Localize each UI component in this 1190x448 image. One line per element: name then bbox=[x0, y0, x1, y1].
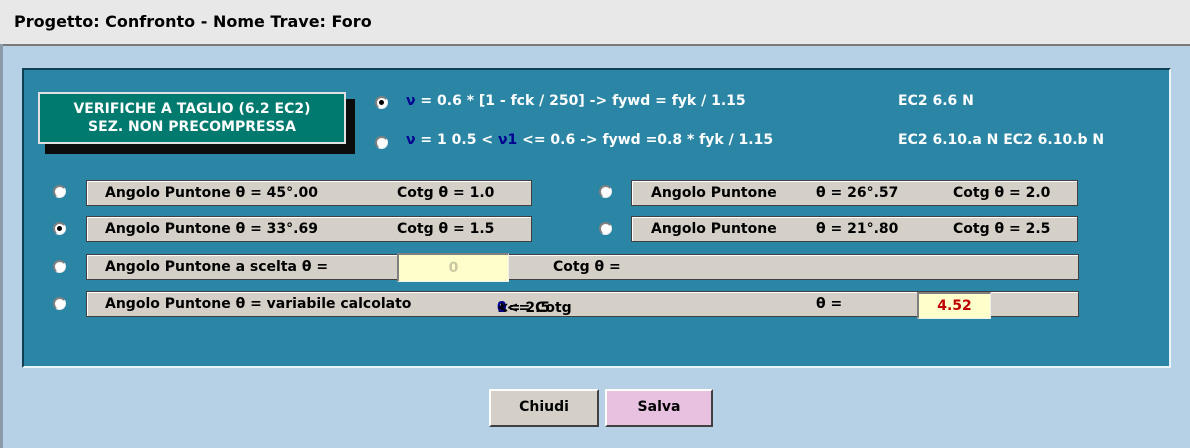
nu-option-2-ref: EC2 6.10.a N EC2 6.10.b N bbox=[898, 132, 1105, 148]
window-title: Progetto: Confronto - Nome Trave: Foro bbox=[14, 12, 372, 31]
strut-variable-label: Angolo Puntone θ = variabile calcolato bbox=[105, 296, 412, 312]
radio-strut-33[interactable] bbox=[53, 222, 66, 235]
radio-nu-option-2[interactable] bbox=[375, 136, 388, 149]
strut-33-cotg: Cotg θ = 1.5 bbox=[397, 221, 495, 237]
save-button[interactable]: Salva bbox=[605, 389, 713, 427]
strut-option-26: Angolo Puntone θ = 26°.57 Cotg θ = 2.0 bbox=[631, 180, 1078, 206]
strut-option-45: Angolo Puntone θ = 45°.00 Cotg θ = 1.0 bbox=[86, 180, 532, 206]
strut-26-label: Angolo Puntone bbox=[651, 185, 777, 201]
nu-option-1-ref: EC2 6.6 N bbox=[898, 93, 974, 109]
radio-strut-variable[interactable] bbox=[53, 297, 66, 310]
strut-21-theta: θ = 21°.80 bbox=[816, 221, 899, 237]
strut-option-custom: Angolo Puntone a scelta θ = Cotg θ = bbox=[86, 254, 1079, 280]
radio-strut-custom[interactable] bbox=[53, 260, 66, 273]
strut-variable-theta-label: θ = bbox=[816, 296, 843, 312]
nu-option-1-text: ν = 0.6 * [1 - fck / 250] -> fywd = fyk … bbox=[406, 93, 746, 109]
nu1-symbol: ν1 bbox=[497, 132, 518, 148]
badge-line-2: SEZ. NON PRECOMPRESSA bbox=[88, 119, 296, 135]
radio-strut-26[interactable] bbox=[599, 185, 612, 198]
nu-option-2-formula-c: <= 0.6 -> fywd =0.8 * fyk / 1.15 bbox=[517, 132, 774, 148]
strut-45-cotg: Cotg θ = 1.0 bbox=[397, 185, 495, 201]
range-b: <= 2.5 bbox=[497, 300, 551, 316]
close-button[interactable]: Chiudi bbox=[489, 389, 599, 427]
badge-line-1: VERIFICHE A TAGLIO (6.2 EC2) bbox=[73, 101, 311, 117]
radio-strut-21[interactable] bbox=[599, 222, 612, 235]
radio-strut-45[interactable] bbox=[53, 185, 66, 198]
strut-custom-label: Angolo Puntone a scelta θ = bbox=[105, 259, 329, 275]
nu-option-2-formula-a: = bbox=[415, 132, 438, 148]
computed-theta-value: 4.52 bbox=[917, 292, 991, 319]
nu-option-1-formula: = 0.6 * [1 - fck / 250] -> fywd = fyk / … bbox=[415, 93, 746, 109]
strut-45-label: Angolo Puntone θ = 45°.00 bbox=[105, 185, 318, 201]
nu-symbol: ν bbox=[406, 93, 416, 109]
nu-symbol: ν bbox=[406, 132, 416, 148]
strut-26-theta: θ = 26°.57 bbox=[816, 185, 899, 201]
strut-33-label: Angolo Puntone θ = 33°.69 bbox=[105, 221, 318, 237]
radio-nu-option-1[interactable] bbox=[375, 96, 388, 109]
nu-option-2-formula-b: 1 0.5 < bbox=[437, 132, 498, 148]
strut-21-cotg: Cotg θ = 2.5 bbox=[953, 221, 1051, 237]
strut-custom-cotg: Cotg θ = bbox=[553, 259, 621, 275]
section-badge: VERIFICHE A TAGLIO (6.2 EC2) SEZ. NON PR… bbox=[38, 92, 346, 144]
custom-angle-input[interactable]: 0 bbox=[397, 253, 509, 282]
strut-option-21: Angolo Puntone θ = 21°.80 Cotg θ = 2.5 bbox=[631, 216, 1078, 242]
strut-26-cotg: Cotg θ = 2.0 bbox=[953, 185, 1051, 201]
strut-option-33: Angolo Puntone θ = 33°.69 Cotg θ = 1.5 bbox=[86, 216, 532, 242]
strut-21-label: Angolo Puntone bbox=[651, 221, 777, 237]
nu-option-2-text: ν = 1 0.5 < ν1 <= 0.6 -> fywd =0.8 * fyk… bbox=[406, 132, 773, 148]
title-bar: Progetto: Confronto - Nome Trave: Foro bbox=[0, 0, 1190, 46]
window-left-edge bbox=[0, 44, 3, 448]
